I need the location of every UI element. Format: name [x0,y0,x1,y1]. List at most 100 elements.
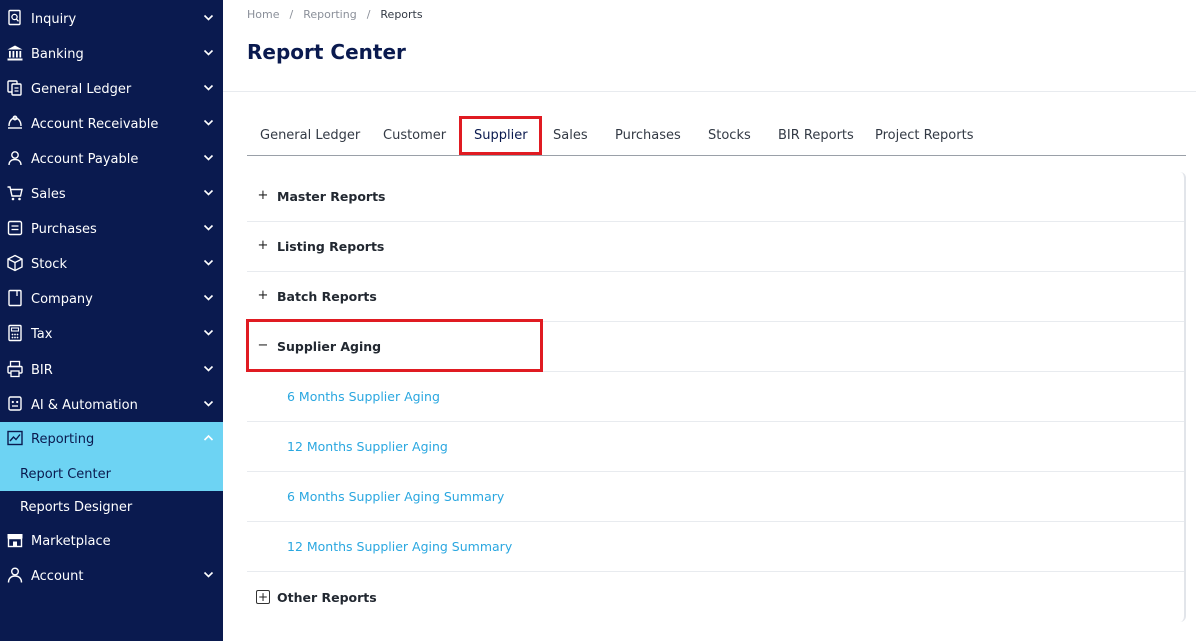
report-link-6-months-aging[interactable]: 6 Months Supplier Aging [287,389,440,404]
breadcrumb-reporting[interactable]: Reporting [303,8,356,21]
robot-icon [8,396,22,411]
sidebar: Inquiry Banking General Ledger Account R… [0,0,223,641]
breadcrumb-current: Reports [380,8,423,21]
company-icon [8,289,22,307]
sidebar-item-stock[interactable]: Stock [0,247,223,282]
report-link-12-months-aging-summary[interactable]: 12 Months Supplier Aging Summary [287,539,512,554]
report-row[interactable]: 12 Months Supplier Aging Summary [247,522,1184,572]
sidebar-item-label: General Ledger [31,82,132,97]
sidebar-item-label: Tax [31,327,53,342]
tax-icon [8,324,22,342]
report-tabs: General Ledger Customer Supplier Sales P… [247,116,1186,156]
purchase-icon [7,220,23,236]
chart-icon [7,430,23,446]
sidebar-item-tax[interactable]: Tax [0,317,223,352]
section-highlight-box [246,319,543,372]
sidebar-item-account-receivable[interactable]: Account Receivable [0,107,223,142]
sidebar-subitem-reports-designer[interactable]: Reports Designer [0,491,223,524]
sidebar-item-label: Account Payable [31,152,139,167]
sidebar-item-label: Reporting [31,432,95,447]
chevron-down-icon [203,224,214,231]
section-master-reports[interactable]: + Master Reports [247,172,1184,222]
chevron-down-icon [203,571,214,578]
sidebar-item-label: Sales [31,187,66,202]
sidebar-item-label: Banking [31,47,84,62]
chevron-down-icon [203,14,214,21]
tab-project-reports[interactable]: Project Reports [875,128,973,143]
breadcrumb-home[interactable]: Home [247,8,279,21]
sidebar-item-bir[interactable]: BIR [0,353,223,388]
section-other-reports[interactable]: + Other Reports [247,573,1184,623]
sidebar-subitem-label: Reports Designer [20,500,133,515]
sidebar-item-label: Account [31,569,84,584]
bank-icon [7,45,23,61]
expand-toggle[interactable]: + [257,239,269,252]
box-icon [7,254,23,272]
tab-sales[interactable]: Sales [553,128,588,143]
tab-highlight-box [459,116,542,155]
sidebar-item-sales[interactable]: Sales [0,177,223,212]
section-title: Master Reports [277,189,386,204]
chevron-up-icon [203,434,214,441]
tab-purchases[interactable]: Purchases [615,128,681,143]
breadcrumb: Home / Reporting / Reports [247,8,423,21]
sidebar-item-ai-automation[interactable]: AI & Automation [0,388,223,423]
chevron-down-icon [203,400,214,407]
sidebar-item-inquiry[interactable]: Inquiry [0,2,223,37]
chevron-down-icon [203,84,214,91]
chevron-down-icon [203,119,214,126]
sidebar-item-label: BIR [31,363,53,378]
tab-customer[interactable]: Customer [383,128,446,143]
header-divider [223,91,1196,92]
section-listing-reports[interactable]: + Listing Reports [247,222,1184,272]
tab-general-ledger[interactable]: General Ledger [260,128,360,143]
report-row[interactable]: 6 Months Supplier Aging [247,372,1184,422]
sidebar-item-label: Purchases [31,222,97,237]
sidebar-item-general-ledger[interactable]: General Ledger [0,72,223,107]
report-row[interactable]: 12 Months Supplier Aging [247,422,1184,472]
breadcrumb-separator: / [289,8,294,21]
chevron-down-icon [203,189,214,196]
chevron-down-icon [203,365,214,372]
report-row[interactable]: 6 Months Supplier Aging Summary [247,472,1184,522]
ledger-icon [7,80,22,96]
section-title: Listing Reports [277,239,385,254]
chevron-down-icon [203,329,214,336]
sidebar-item-label: AI & Automation [31,398,138,413]
chevron-down-icon [203,49,214,56]
chevron-down-icon [203,259,214,266]
breadcrumb-separator: / [366,8,371,21]
tab-bir-reports[interactable]: BIR Reports [778,128,854,143]
sidebar-item-account[interactable]: Account [0,559,223,594]
sidebar-item-banking[interactable]: Banking [0,37,223,72]
sidebar-item-label: Marketplace [31,534,111,549]
search-document-icon [8,9,21,26]
store-icon [7,534,23,548]
report-link-12-months-aging[interactable]: 12 Months Supplier Aging [287,439,448,454]
expand-toggle[interactable]: + [257,289,269,302]
chevron-down-icon [203,154,214,161]
sidebar-item-label: Inquiry [31,12,77,27]
report-link-6-months-aging-summary[interactable]: 6 Months Supplier Aging Summary [287,489,504,504]
sidebar-item-company[interactable]: Company [0,282,223,317]
sidebar-item-marketplace[interactable]: Marketplace [0,524,223,559]
chevron-down-icon [203,294,214,301]
sidebar-item-account-payable[interactable]: Account Payable [0,142,223,177]
section-title: Batch Reports [277,289,377,304]
sidebar-item-label: Stock [31,257,67,272]
sidebar-item-purchases[interactable]: Purchases [0,212,223,247]
cart-icon [7,186,23,201]
tab-stocks[interactable]: Stocks [708,128,751,143]
sidebar-subitem-report-center[interactable]: Report Center [0,458,223,491]
sidebar-item-label: Account Receivable [31,117,159,132]
sidebar-item-label: Company [31,292,93,307]
bir-icon [7,360,23,378]
section-batch-reports[interactable]: + Batch Reports [247,272,1184,322]
sidebar-item-reporting[interactable]: Reporting [0,422,223,458]
expand-toggle[interactable]: + [256,590,270,604]
page-title: Report Center [247,40,406,64]
section-title: Other Reports [277,590,377,605]
expand-toggle[interactable]: + [257,189,269,202]
sidebar-subitem-label: Report Center [20,467,111,482]
receivable-icon [8,115,22,129]
